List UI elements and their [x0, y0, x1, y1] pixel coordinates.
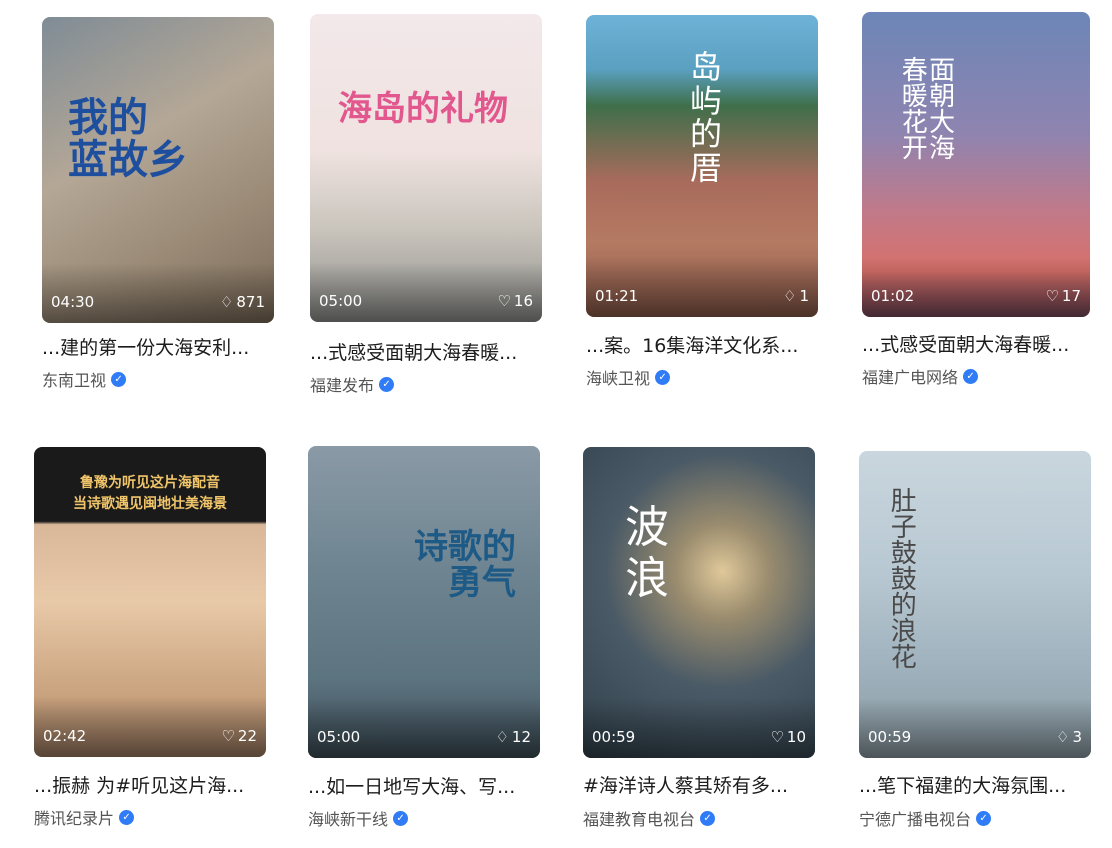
thumbnail-overlay-title: 岛 屿 的 厝 [690, 48, 723, 187]
thumb-up-icon: ♢ [783, 286, 797, 305]
verified-icon: ✓ [976, 810, 992, 826]
thumbnail-overlay-title: 肚子鼓鼓的浪花 [886, 487, 917, 669]
video-thumbnail[interactable]: 鲁豫为听见这片海配音 当诗歌遇见闽地壮美海景 02:42 ♡ 22 [34, 447, 266, 757]
author-name[interactable]: 宁德广播电视台 ✓ [859, 806, 992, 830]
video-thumbnail[interactable]: 波 浪 00:59 ♡ 10 [583, 447, 815, 758]
thumb-up-icon: ♢ [219, 292, 234, 311]
video-thumbnail[interactable]: 我的 蓝故乡 04:30 ♢ 871 [42, 17, 274, 323]
author-name[interactable]: 福建教育电视台 ✓ [583, 806, 716, 830]
author-name[interactable]: 海峡卫视 ✓ [586, 365, 671, 389]
verified-icon: ✓ [111, 371, 127, 387]
like-count: ♡ 10 [770, 727, 806, 746]
author-name[interactable]: 海峡新干线 ✓ [308, 806, 409, 830]
verified-icon: ✓ [655, 369, 671, 385]
like-count: ♡ 22 [221, 726, 257, 745]
thumbnail-overlay-title: 我的 蓝故乡 [68, 94, 188, 183]
video-title[interactable]: ...案。16集海洋文化系... [586, 331, 826, 358]
like-count: ♡ 16 [497, 291, 533, 310]
thumbnail-overlay-title: 诗歌的 勇气 [414, 527, 516, 603]
thumbnail-overlay-title: 鲁豫为听见这片海配音 当诗歌遇见闽地壮美海景 [73, 475, 227, 512]
video-title[interactable]: ...如一日地写大海、写... [308, 772, 548, 799]
video-thumbnail[interactable]: 岛 屿 的 厝 01:21 ♢ 1 [586, 15, 818, 317]
like-count: ♢ 3 [1056, 727, 1082, 746]
like-count: ♢ 12 [495, 727, 531, 746]
author-name[interactable]: 福建发布 ✓ [310, 372, 395, 396]
video-duration: 01:02 [871, 287, 915, 305]
video-duration: 02:42 [43, 727, 87, 745]
video-thumbnail[interactable]: 诗歌的 勇气 05:00 ♢ 12 [308, 446, 540, 758]
like-count: ♢ 871 [219, 292, 265, 311]
thumb-up-icon: ♢ [495, 727, 509, 746]
video-duration: 00:59 [592, 728, 636, 746]
thumbnail-overlay-title: 面朝大海 春暖花开 [897, 56, 955, 160]
author-name[interactable]: 福建广电网络 ✓ [862, 364, 979, 388]
heart-icon: ♡ [221, 726, 235, 745]
like-count: ♢ 1 [783, 286, 809, 305]
video-duration: 05:00 [317, 728, 361, 746]
like-count: ♡ 17 [1045, 286, 1081, 305]
heart-icon: ♡ [1045, 286, 1059, 305]
thumbnail-overlay-title: 波 浪 [625, 502, 669, 604]
video-duration: 04:30 [51, 293, 95, 311]
author-name[interactable]: 东南卫视 ✓ [42, 367, 127, 391]
verified-icon: ✓ [700, 810, 716, 826]
heart-icon: ♡ [770, 727, 784, 746]
heart-icon: ♡ [497, 291, 511, 310]
verified-icon: ✓ [119, 809, 135, 825]
video-duration: 01:21 [595, 287, 639, 305]
thumb-up-icon: ♢ [1056, 727, 1070, 746]
video-title[interactable]: ...建的第一份大海安利... [42, 333, 282, 360]
video-thumbnail[interactable]: 面朝大海 春暖花开 01:02 ♡ 17 [862, 12, 1090, 317]
video-title[interactable]: ...式感受面朝大海春暖... [310, 338, 550, 365]
verified-icon: ✓ [379, 376, 395, 392]
author-name[interactable]: 腾讯纪录片 ✓ [34, 805, 135, 829]
video-thumbnail[interactable]: 海岛的礼物 05:00 ♡ 16 [310, 14, 542, 322]
video-duration: 05:00 [319, 292, 363, 310]
thumbnail-overlay-title: 海岛的礼物 [338, 89, 508, 129]
video-title[interactable]: ...式感受面朝大海春暖... [862, 330, 1102, 357]
video-title[interactable]: #海洋诗人蔡其矫有多... [583, 771, 823, 798]
video-thumbnail[interactable]: 肚子鼓鼓的浪花 00:59 ♢ 3 [859, 451, 1091, 758]
verified-icon: ✓ [393, 810, 409, 826]
video-title[interactable]: ...笔下福建的大海氛围... [859, 771, 1099, 798]
video-duration: 00:59 [868, 728, 912, 746]
verified-icon: ✓ [963, 368, 979, 384]
video-title[interactable]: ...振赫 为#听见这片海... [34, 771, 274, 798]
